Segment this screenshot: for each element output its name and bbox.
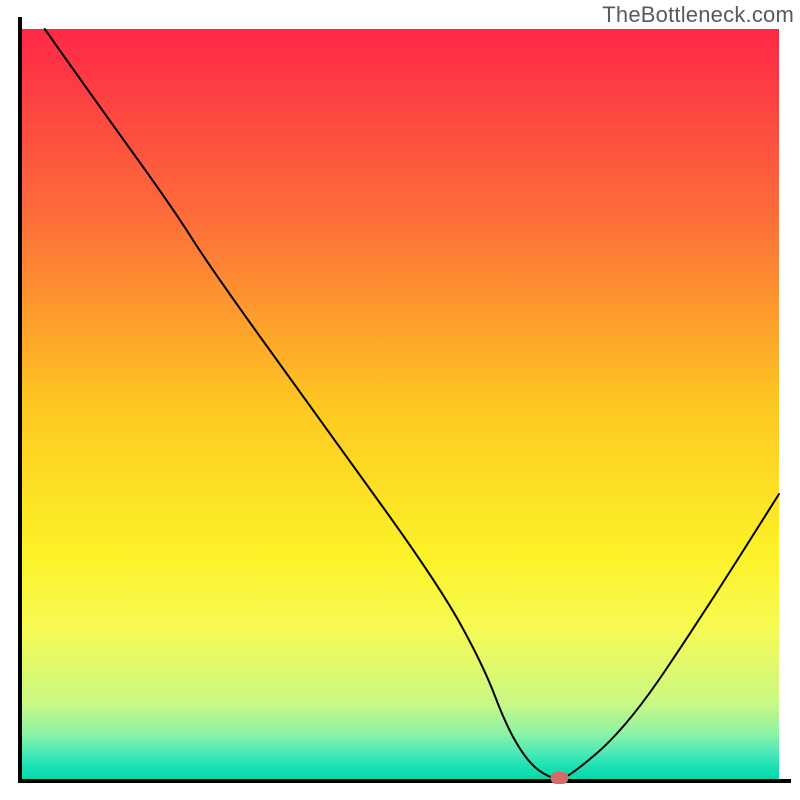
chart-container: TheBottleneck.com (0, 0, 800, 800)
bottleneck-chart (0, 0, 800, 800)
gradient-background (22, 29, 779, 779)
watermark-text: TheBottleneck.com (602, 2, 794, 28)
optimal-point-marker (550, 772, 568, 784)
